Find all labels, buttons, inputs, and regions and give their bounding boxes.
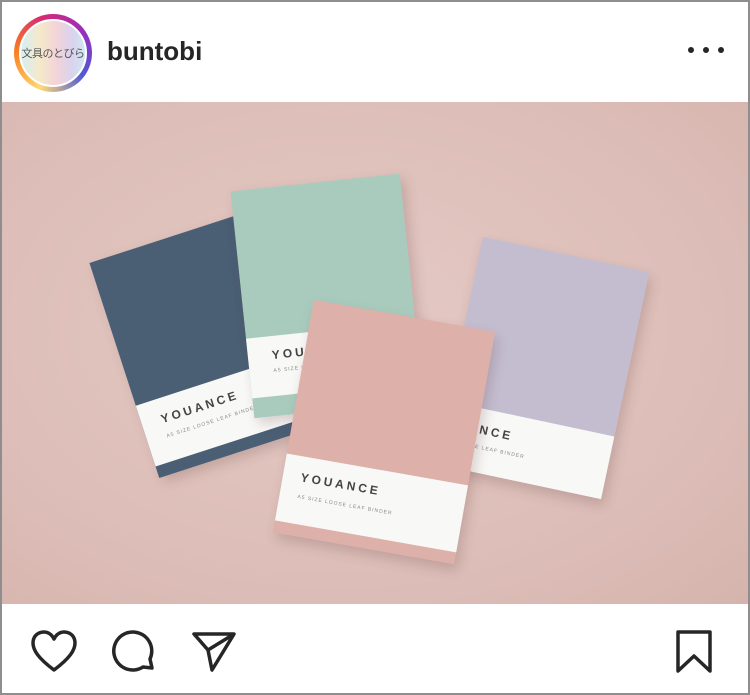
binder-pink: YOUANCE A5 SIZE LOOSE LEAF BINDER (272, 299, 496, 565)
heart-icon[interactable] (30, 630, 78, 674)
post-header: 文具のとびら buntobi (2, 2, 748, 102)
avatar-label: 文具のとびら (21, 47, 86, 60)
send-icon[interactable] (190, 630, 238, 674)
comment-icon[interactable] (110, 630, 158, 676)
post-photo[interactable]: YOUANCE A5 SIZE LOOSE LEAF BINDER YOUANC… (2, 102, 748, 604)
instagram-post: 文具のとびら buntobi YOUANCE A5 SIZE LOOSE LEA… (0, 0, 750, 695)
story-ring[interactable]: 文具のとびら (14, 14, 92, 92)
binder-brand: YOUANCE (159, 387, 241, 427)
action-bar (2, 604, 748, 693)
binder-brand: YOUANCE (299, 470, 382, 499)
more-options-icon[interactable] (688, 40, 724, 60)
username[interactable]: buntobi (107, 36, 202, 67)
bookmark-icon[interactable] (674, 630, 714, 674)
avatar[interactable]: 文具のとびら (19, 19, 87, 87)
